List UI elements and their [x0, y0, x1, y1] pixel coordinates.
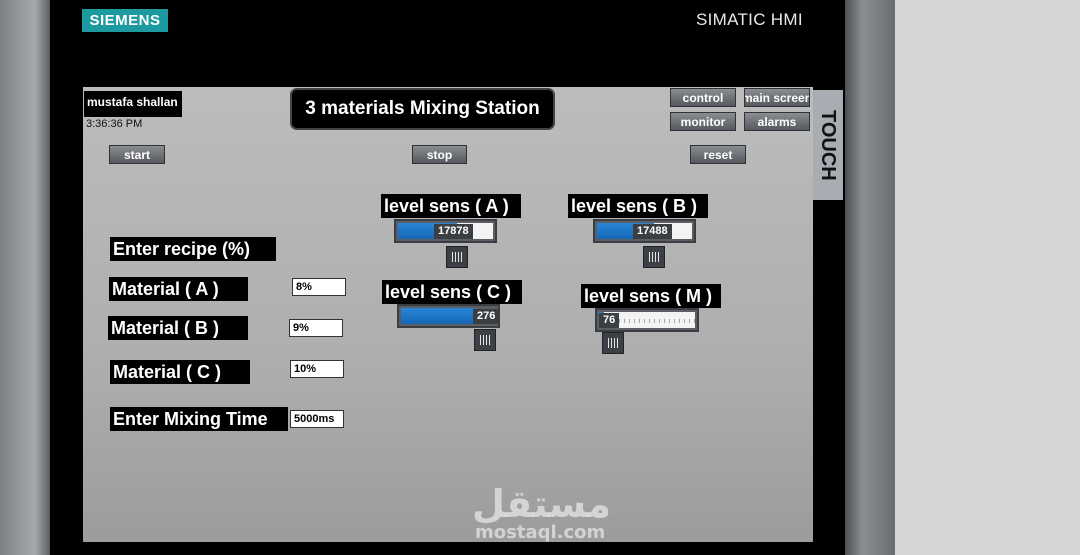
level-sensor-b-bar: 17488 [593, 219, 696, 243]
left-bezel-strip [0, 0, 50, 555]
slider-handle-icon[interactable] [474, 329, 496, 351]
material-b-label: Material ( B ) [108, 316, 248, 340]
material-c-input[interactable]: 10% [290, 360, 344, 378]
mixing-time-input[interactable]: 5000ms [290, 410, 344, 428]
slider-handle-icon[interactable] [446, 246, 468, 268]
level-sensor-c-bar: 276 [397, 304, 500, 328]
user-name: mustafa shallan [84, 91, 182, 117]
start-button[interactable]: start [109, 145, 165, 164]
reset-button[interactable]: reset [690, 145, 746, 164]
watermark-site: mostaql.com [475, 522, 606, 543]
level-sensor-b-value: 17488 [633, 224, 672, 239]
watermark-logo: مستقل [472, 482, 611, 526]
main-screen-button[interactable]: main screen [744, 88, 810, 107]
material-c-label: Material ( C ) [110, 360, 250, 384]
material-a-label: Material ( A ) [109, 277, 248, 301]
touch-label: TOUCH [813, 90, 843, 200]
level-sensor-m-bar: 76 [595, 308, 699, 332]
level-sensor-c-value: 276 [473, 309, 500, 324]
background-panel [895, 0, 1080, 555]
monitor-button[interactable]: monitor [670, 112, 736, 131]
siemens-logo: SIEMENS [82, 9, 168, 32]
material-b-input[interactable]: 9% [289, 319, 343, 337]
slider-handle-icon[interactable] [643, 246, 665, 268]
bar-fill [401, 308, 476, 324]
clock-time: 3:36:36 PM [86, 118, 143, 130]
level-sensor-c-label: level sens ( C ) [382, 280, 522, 304]
level-sensor-b-label: level sens ( B ) [568, 194, 708, 218]
control-button[interactable]: control [670, 88, 736, 107]
level-sensor-a-value: 17878 [434, 224, 473, 239]
level-sensor-a-label: level sens ( A ) [381, 194, 521, 218]
alarms-button[interactable]: alarms [744, 112, 810, 131]
level-sensor-m-label: level sens ( M ) [581, 284, 721, 308]
stop-button[interactable]: stop [412, 145, 467, 164]
recipe-heading: Enter recipe (%) [110, 237, 276, 261]
level-sensor-m-value: 76 [599, 313, 620, 328]
device-model-label: SIMATIC HMI [696, 10, 803, 29]
mixing-time-label: Enter Mixing Time [110, 407, 288, 431]
right-bezel-strip [845, 0, 895, 555]
page-title: 3 materials Mixing Station [290, 88, 555, 130]
material-a-input[interactable]: 8% [292, 278, 346, 296]
level-sensor-a-bar: 17878 [394, 219, 497, 243]
slider-handle-icon[interactable] [602, 332, 624, 354]
